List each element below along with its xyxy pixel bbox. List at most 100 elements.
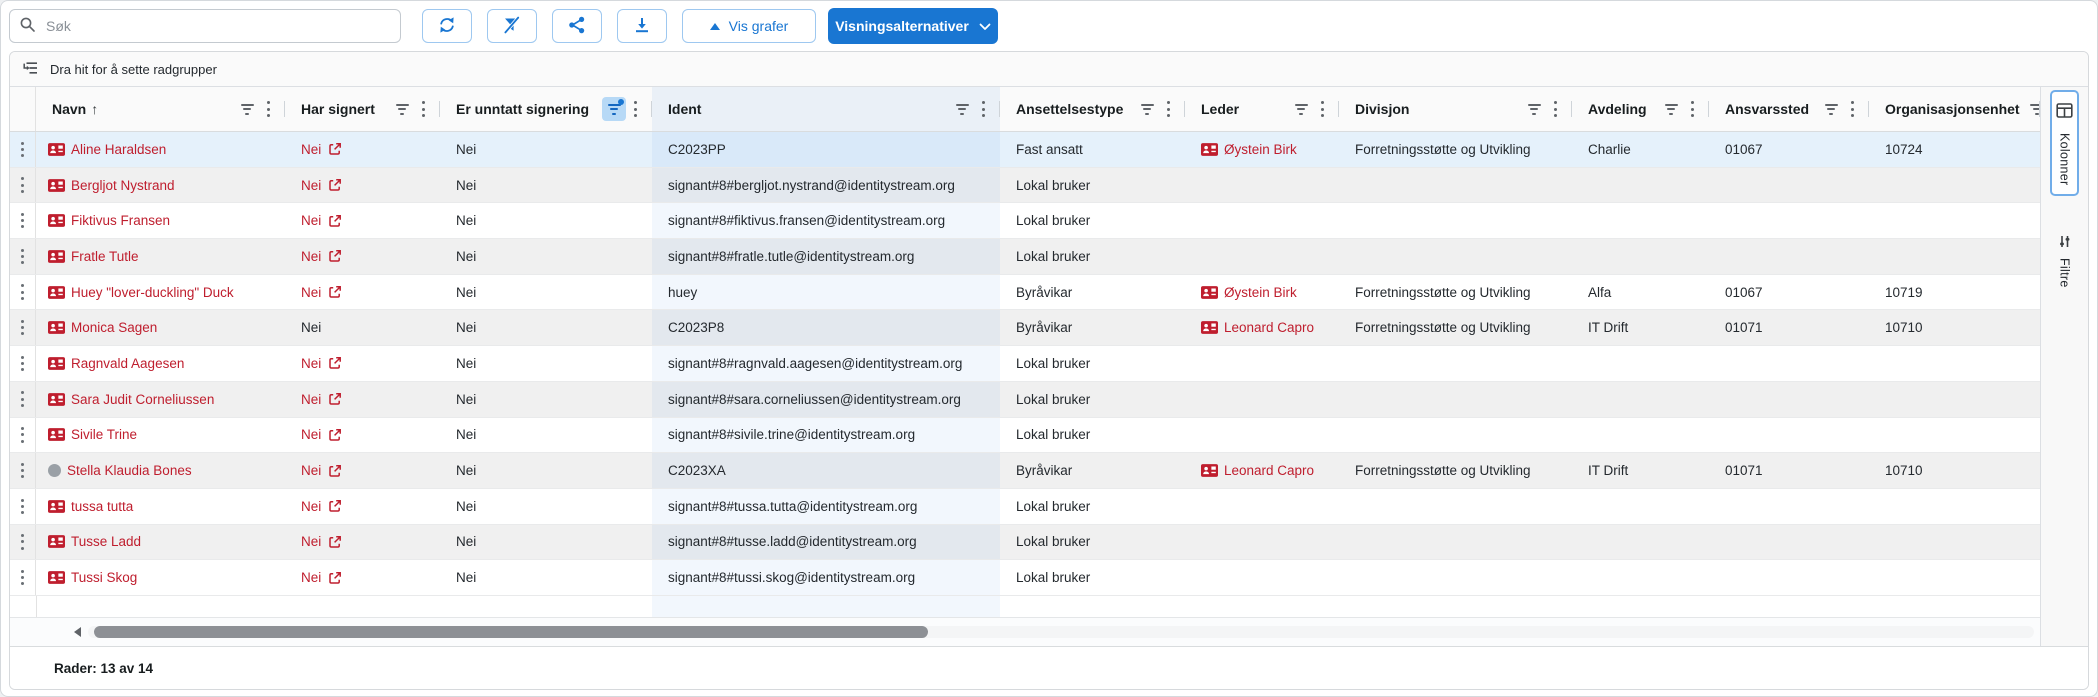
table-row[interactable]: Stella Klaudia BonesNei NeiC2023XAByråvi… <box>10 453 2040 489</box>
column-menu-icon[interactable] <box>974 97 992 121</box>
column-menu-icon[interactable] <box>259 97 277 121</box>
column-header-divisjon[interactable]: Divisjon <box>1339 87 1572 131</box>
column-menu-icon[interactable] <box>1159 97 1177 121</box>
column-header-ident[interactable]: Ident <box>652 87 1000 131</box>
person-link[interactable]: Øystein Birk <box>1201 142 1297 157</box>
person-link[interactable]: Sara Judit Corneliussen <box>48 392 214 407</box>
column-header-ansettelsestype[interactable]: Ansettelsestype <box>1000 87 1185 131</box>
column-filter-button[interactable] <box>1135 97 1159 121</box>
column-header-har_signert[interactable]: Har signert <box>285 87 440 131</box>
row-menu-icon[interactable] <box>14 209 32 233</box>
row-group-drop-zone[interactable]: Dra hit for å sette radgrupper <box>10 52 2088 87</box>
person-link[interactable]: Leonard Capro <box>1201 320 1314 335</box>
har-signert-link[interactable]: Nei <box>301 534 342 549</box>
column-menu-icon[interactable] <box>626 97 644 121</box>
row-menu-icon[interactable] <box>14 494 32 518</box>
download-button[interactable] <box>617 9 667 43</box>
person-link[interactable]: Sivile Trine <box>48 427 137 442</box>
row-menu-icon[interactable] <box>14 244 32 268</box>
row-menu-icon[interactable] <box>14 280 32 304</box>
row-menu-icon[interactable] <box>14 316 32 340</box>
person-link[interactable]: Fiktivus Fransen <box>48 213 170 228</box>
column-header-navn[interactable]: Navn ↑ <box>36 87 285 131</box>
har-signert-link[interactable]: Nei <box>301 142 342 157</box>
search-input[interactable] <box>9 9 401 43</box>
column-menu-icon[interactable] <box>1546 97 1564 121</box>
har-signert-link[interactable]: Nei <box>301 285 342 300</box>
column-header-ansvarssted[interactable]: Ansvarssted <box>1709 87 1869 131</box>
har-signert-link[interactable]: Nei <box>301 392 342 407</box>
table-row[interactable]: Tusse LaddNei Neisignant#8#tusse.ladd@id… <box>10 525 2040 561</box>
person-link[interactable]: tussa tutta <box>48 499 133 514</box>
column-menu-icon[interactable] <box>1683 97 1701 121</box>
column-filter-button[interactable] <box>1522 97 1546 121</box>
person-link[interactable]: Bergljot Nystrand <box>48 178 175 193</box>
person-link[interactable]: Øystein Birk <box>1201 285 1297 300</box>
row-menu-icon[interactable] <box>14 351 32 375</box>
row-menu-icon[interactable] <box>14 530 32 554</box>
table-row[interactable]: Huey "lover-duckling" DuckNei NeihueyByr… <box>10 275 2040 311</box>
row-menu-icon[interactable] <box>14 423 32 447</box>
scrollbar-track[interactable] <box>88 626 2034 638</box>
column-menu-icon[interactable] <box>1843 97 1861 121</box>
refresh-button[interactable] <box>422 9 472 43</box>
person-link[interactable]: Aline Haraldsen <box>48 142 166 157</box>
column-filter-button[interactable] <box>390 97 414 121</box>
person-link[interactable]: Monica Sagen <box>48 320 157 335</box>
filter-icon <box>1528 104 1541 115</box>
column-filter-button[interactable] <box>2025 97 2040 121</box>
column-filter-button[interactable] <box>235 97 259 121</box>
horizontal-scrollbar[interactable] <box>10 617 2040 646</box>
share-button[interactable] <box>552 9 602 43</box>
har-signert-link[interactable]: Nei <box>301 427 342 442</box>
display-options-button[interactable]: Visningsalternativer <box>828 8 998 44</box>
person-link[interactable]: Leonard Capro <box>1201 463 1314 478</box>
side-tab-kolonner[interactable]: Kolonner <box>2050 90 2079 196</box>
column-filter-button[interactable] <box>1819 97 1843 121</box>
har-signert-link[interactable]: Nei <box>301 178 342 193</box>
table-row[interactable]: tussa tuttaNei Neisignant#8#tussa.tutta@… <box>10 489 2040 525</box>
table-row[interactable]: Tussi SkogNei Neisignant#8#tussi.skog@id… <box>10 560 2040 596</box>
table-row[interactable]: Monica SagenNeiNeiC2023P8Byråvikar Leona… <box>10 310 2040 346</box>
side-tab-filtre[interactable]: Filtre <box>2051 222 2078 299</box>
row-menu-icon[interactable] <box>14 566 32 590</box>
table-row[interactable]: Fiktivus FransenNei Neisignant#8#fiktivu… <box>10 203 2040 239</box>
har-signert-link[interactable]: Nei <box>301 356 342 371</box>
table-row[interactable]: Aline HaraldsenNei NeiC2023PPFast ansatt… <box>10 132 2040 168</box>
column-header-avdeling[interactable]: Avdeling <box>1572 87 1709 131</box>
person-link[interactable]: Stella Klaudia Bones <box>48 463 192 478</box>
column-filter-button[interactable] <box>950 97 974 121</box>
har-signert-link[interactable]: Nei <box>301 213 342 228</box>
clear-filter-button[interactable] <box>487 9 537 43</box>
har-signert-link[interactable]: Nei <box>301 570 342 585</box>
column-menu-icon[interactable] <box>414 97 432 121</box>
column-filter-button[interactable] <box>1659 97 1683 121</box>
row-menu-icon[interactable] <box>14 137 32 161</box>
column-menu-icon[interactable] <box>1313 97 1331 121</box>
table-row[interactable]: Bergljot NystrandNei Neisignant#8#berglj… <box>10 168 2040 204</box>
show-charts-button[interactable]: Vis grafer <box>682 9 816 43</box>
person-link[interactable]: Huey "lover-duckling" Duck <box>48 285 234 300</box>
column-filter-button[interactable] <box>602 97 626 121</box>
har-signert-link[interactable]: Nei <box>301 249 342 264</box>
row-menu-icon[interactable] <box>14 459 32 483</box>
table-row[interactable]: Ragnvald AagesenNei Neisignant#8#ragnval… <box>10 346 2040 382</box>
cell-divisjon <box>1339 525 1572 560</box>
person-link[interactable]: Tussi Skog <box>48 570 137 585</box>
table-row[interactable]: Fratle TutleNei Neisignant#8#fratle.tutl… <box>10 239 2040 275</box>
scrollbar-thumb[interactable] <box>94 626 928 638</box>
column-header-er_unntatt[interactable]: Er unntatt signering <box>440 87 652 131</box>
row-menu-icon[interactable] <box>14 173 32 197</box>
person-link[interactable]: Tusse Ladd <box>48 534 141 549</box>
table-row[interactable]: Sivile TrineNei Neisignant#8#sivile.trin… <box>10 418 2040 454</box>
column-header-leder[interactable]: Leder <box>1185 87 1339 131</box>
column-header-organisasjonsenhet[interactable]: Organisasjonsenhet <box>1869 87 2040 131</box>
scroll-left-arrow-icon[interactable] <box>74 627 81 637</box>
row-menu-icon[interactable] <box>14 387 32 411</box>
har-signert-link[interactable]: Nei <box>301 463 342 478</box>
table-row[interactable]: Sara Judit CorneliussenNei Neisignant#8#… <box>10 382 2040 418</box>
person-link[interactable]: Ragnvald Aagesen <box>48 356 184 371</box>
column-filter-button[interactable] <box>1289 97 1313 121</box>
har-signert-link[interactable]: Nei <box>301 499 342 514</box>
person-link[interactable]: Fratle Tutle <box>48 249 139 264</box>
